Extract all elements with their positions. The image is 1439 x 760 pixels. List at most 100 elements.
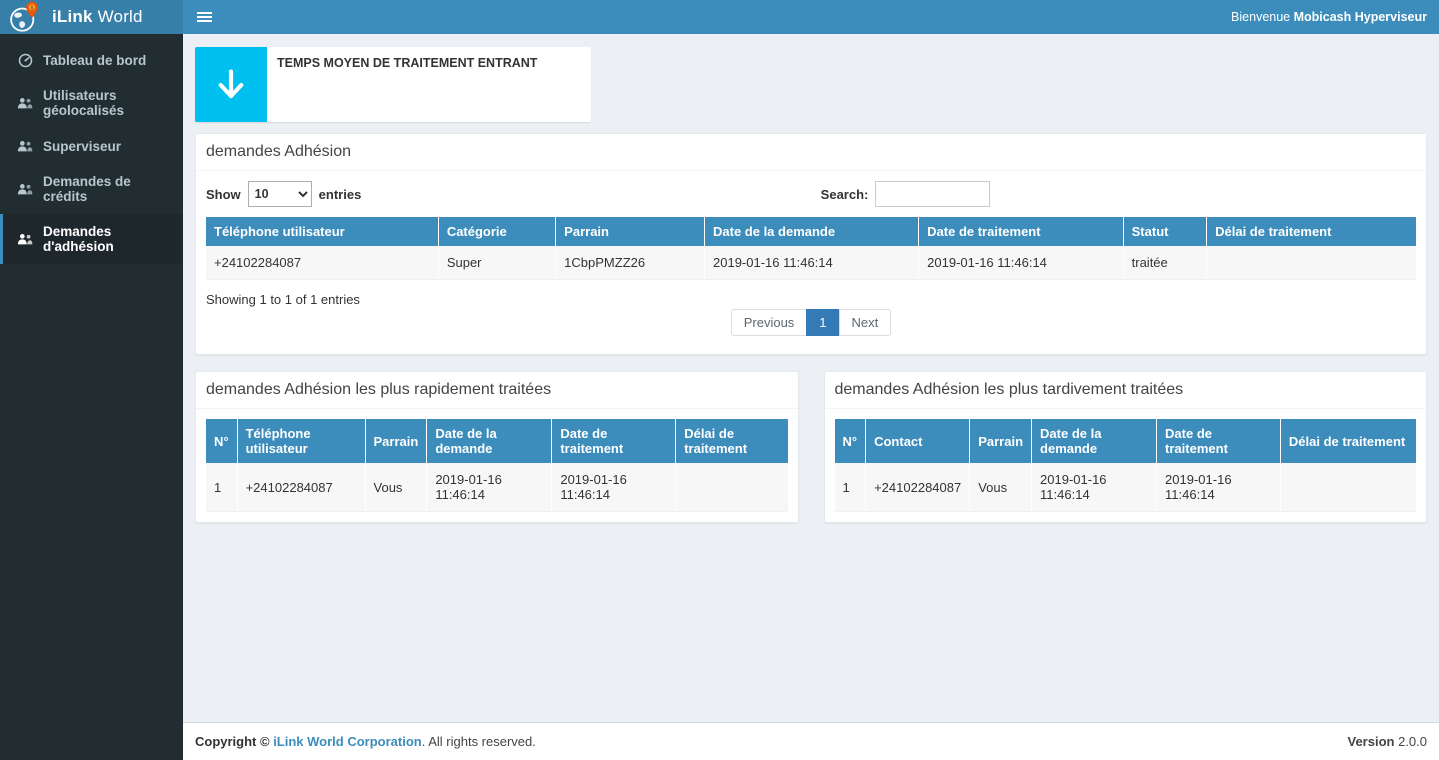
column-header-n: N° xyxy=(835,419,866,463)
sidebar: Tableau de bord Utilisateurs géolocalisés… xyxy=(0,34,183,760)
table-row: 1+24102284087Vous2019-01-16 11:46:142019… xyxy=(206,463,788,512)
column-header-contact: Contact xyxy=(866,419,970,463)
column-header-delai-de-traitement: Délai de traitement xyxy=(1280,419,1416,463)
table-cell: 1CbpPMZZ26 xyxy=(556,246,705,280)
sidebar-item-label: Demandes d'adhésion xyxy=(43,224,175,254)
user-menu[interactable]: Bienvenue Mobicash Hyperviseur xyxy=(1231,10,1439,24)
demandes-adhesion-table: Téléphone utilisateurCatégorieParrainDat… xyxy=(206,217,1416,280)
users-icon xyxy=(17,181,33,197)
pagination-next[interactable]: Next xyxy=(840,309,892,336)
panel-title: demandes Adhésion xyxy=(206,143,1416,161)
table-cell: 2019-01-16 11:46:14 xyxy=(552,463,676,512)
column-header-n: N° xyxy=(206,419,237,463)
users-icon xyxy=(17,231,33,247)
panel-title: demandes Adhésion les plus rapidement tr… xyxy=(206,381,788,399)
column-header-parrain: Parrain xyxy=(365,419,427,463)
top-navbar: $ iLink World Bienvenue Mobicash Hypervi… xyxy=(0,0,1439,34)
panel-rapidement-traitees: demandes Adhésion les plus rapidement tr… xyxy=(195,371,799,523)
copyright: Copyright © iLink World Corporation. All… xyxy=(195,734,1427,749)
table-cell: 2019-01-16 11:46:14 xyxy=(1157,463,1281,512)
table-cell: 2019-01-16 11:46:14 xyxy=(1032,463,1157,512)
show-label: Show xyxy=(206,187,241,202)
welcome-username: Mobicash Hyperviseur xyxy=(1294,10,1427,24)
sidebar-item-label: Utilisateurs géolocalisés xyxy=(43,88,175,118)
page-length-control: Show 10 entries xyxy=(206,181,1416,207)
rapidement-traitees-table: N°Téléphone utilisateurParrainDate de la… xyxy=(206,419,788,512)
column-header-delai-de-traitement: Délai de traitement xyxy=(676,419,788,463)
brand-text: iLink World xyxy=(52,7,143,27)
panel-tardivement-traitees: demandes Adhésion les plus tardivement t… xyxy=(824,371,1428,523)
table-cell: 2019-01-16 11:46:14 xyxy=(919,246,1123,280)
table-row: 1+24102284087Vous2019-01-16 11:46:142019… xyxy=(835,463,1417,512)
panel-title: demandes Adhésion les plus tardivement t… xyxy=(835,381,1417,399)
globe-pin-logo-icon: $ xyxy=(8,1,40,33)
table-cell xyxy=(1280,463,1416,512)
sidebar-toggle-button[interactable] xyxy=(183,0,226,34)
footer: Version 2.0.0 Copyright © iLink World Co… xyxy=(183,722,1439,760)
column-header-delai-de-traitement[interactable]: Délai de traitement xyxy=(1207,217,1416,246)
sidebar-item-demandes-de-credits[interactable]: Demandes de crédits xyxy=(0,164,183,214)
table-cell: Super xyxy=(438,246,555,280)
table-cell: +24102284087 xyxy=(237,463,365,512)
table-cell xyxy=(1207,246,1416,280)
pagination: Previous 1 Next xyxy=(206,309,1416,344)
page-length-select[interactable]: 10 xyxy=(248,181,312,207)
table-cell: Vous xyxy=(365,463,427,512)
brand-logo[interactable]: $ iLink World xyxy=(0,0,183,34)
table-cell: Vous xyxy=(970,463,1032,512)
app-root: $ iLink World Bienvenue Mobicash Hypervi… xyxy=(0,0,1439,760)
welcome-text: Bienvenue xyxy=(1231,10,1294,24)
table-cell: 1 xyxy=(206,463,237,512)
panel-heading: demandes Adhésion les plus tardivement t… xyxy=(825,372,1427,409)
search-label: Search: xyxy=(821,187,869,202)
bottom-panels-row: demandes Adhésion les plus rapidement tr… xyxy=(195,371,1427,523)
pagination-previous[interactable]: Previous xyxy=(731,309,808,336)
table-cell: +24102284087 xyxy=(866,463,970,512)
column-header-date-de-traitement[interactable]: Date de traitement xyxy=(919,217,1123,246)
pagination-page-1[interactable]: 1 xyxy=(807,309,839,336)
table-cell xyxy=(676,463,788,512)
users-icon xyxy=(17,95,33,111)
sidebar-item-tableau-de-bord[interactable]: Tableau de bord xyxy=(0,42,183,78)
sidebar-item-demandes-d-adhesion[interactable]: Demandes d'adhésion xyxy=(0,214,183,264)
hamburger-icon xyxy=(197,10,212,24)
panel-heading: demandes Adhésion les plus rapidement tr… xyxy=(196,372,798,409)
column-header-telephone-utilisateur: Téléphone utilisateur xyxy=(237,419,365,463)
dashboard-icon xyxy=(17,52,33,68)
column-header-parrain: Parrain xyxy=(970,419,1032,463)
column-header-date-de-la-demande: Date de la demande xyxy=(1032,419,1157,463)
table-toolbar: Show 10 entries Search: xyxy=(206,181,1416,217)
column-header-statut[interactable]: Statut xyxy=(1123,217,1206,246)
panel-heading: demandes Adhésion xyxy=(196,134,1426,171)
table-cell: 1 xyxy=(835,463,866,512)
content-wrapper: TEMPS MOYEN DE TRAITEMENT ENTRANT demand… xyxy=(183,34,1439,760)
column-header-date-de-la-demande[interactable]: Date de la demande xyxy=(705,217,919,246)
panel-demandes-adhesion: demandes Adhésion Show 10 entries xyxy=(195,133,1427,355)
sidebar-item-label: Demandes de crédits xyxy=(43,174,175,204)
table-cell: 2019-01-16 11:46:14 xyxy=(705,246,919,280)
sidebar-item-superviseur[interactable]: Superviseur xyxy=(0,128,183,164)
sidebar-menu: Tableau de bord Utilisateurs géolocalisés… xyxy=(0,42,183,264)
tardivement-traitees-table: N°ContactParrainDate de la demandeDate d… xyxy=(835,419,1417,512)
table-cell: 2019-01-16 11:46:14 xyxy=(427,463,552,512)
version-info: Version 2.0.0 xyxy=(1347,734,1427,749)
table-cell: +24102284087 xyxy=(206,246,438,280)
table-row: +24102284087Super1CbpPMZZ262019-01-16 11… xyxy=(206,246,1416,280)
sidebar-item-utilisateurs-geolocalises[interactable]: Utilisateurs géolocalisés xyxy=(0,78,183,128)
column-header-parrain[interactable]: Parrain xyxy=(556,217,705,246)
sidebar-item-label: Tableau de bord xyxy=(43,53,146,68)
users-icon xyxy=(17,138,33,154)
info-box-temps-moyen: TEMPS MOYEN DE TRAITEMENT ENTRANT xyxy=(195,47,591,122)
arrow-down-icon xyxy=(195,47,267,122)
column-header-categorie[interactable]: Catégorie xyxy=(438,217,555,246)
navbar: Bienvenue Mobicash Hyperviseur xyxy=(183,0,1439,34)
main-content: TEMPS MOYEN DE TRAITEMENT ENTRANT demand… xyxy=(183,34,1439,722)
column-header-date-de-traitement: Date de traitement xyxy=(1157,419,1281,463)
search-control: Search: xyxy=(821,181,991,207)
sidebar-item-label: Superviseur xyxy=(43,139,121,154)
entries-label: entries xyxy=(319,187,362,202)
table-info: Showing 1 to 1 of 1 entries xyxy=(206,292,1416,307)
column-header-telephone-utilisateur[interactable]: Téléphone utilisateur xyxy=(206,217,438,246)
company-link[interactable]: iLink World Corporation xyxy=(273,734,422,749)
search-input[interactable] xyxy=(875,181,990,207)
